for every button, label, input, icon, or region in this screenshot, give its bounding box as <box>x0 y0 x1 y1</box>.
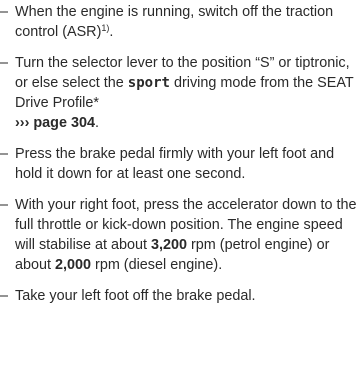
step-text: Press the brake pedal firmly with your l… <box>15 146 335 182</box>
step-text: Take your left foot off the brake pedal. <box>15 288 256 304</box>
sport-mode-keyword: sport <box>127 75 170 91</box>
step-press-accelerator: – With your right foot, press the acceler… <box>0 195 363 275</box>
step-text-end: rpm (diesel engine). <box>91 257 223 273</box>
step-text-end: . <box>109 24 114 40</box>
list-dash: – <box>0 146 9 162</box>
list-dash: – <box>0 197 9 213</box>
instruction-steps: – When the engine is running, switch off … <box>0 0 363 306</box>
step-switch-off-traction-control: – When the engine is running, switch off … <box>0 2 363 42</box>
list-dash: – <box>0 55 9 71</box>
list-dash: – <box>0 4 9 20</box>
step-press-brake-pedal: – Press the brake pedal firmly with your … <box>0 144 363 184</box>
diesel-rpm-value: 2,000 <box>55 257 92 273</box>
petrol-rpm-value: 3,200 <box>150 237 187 253</box>
step-release-brake-pedal: – Take your left foot off the brake pedal… <box>0 286 363 306</box>
page-reference-link[interactable]: ››› page 304 <box>15 115 95 131</box>
step-text: When the engine is running, switch off t… <box>15 4 334 40</box>
step-select-sport-mode: – Turn the selector lever to the position… <box>0 53 363 133</box>
list-dash: – <box>0 288 9 304</box>
step-text-end: . <box>94 115 99 131</box>
